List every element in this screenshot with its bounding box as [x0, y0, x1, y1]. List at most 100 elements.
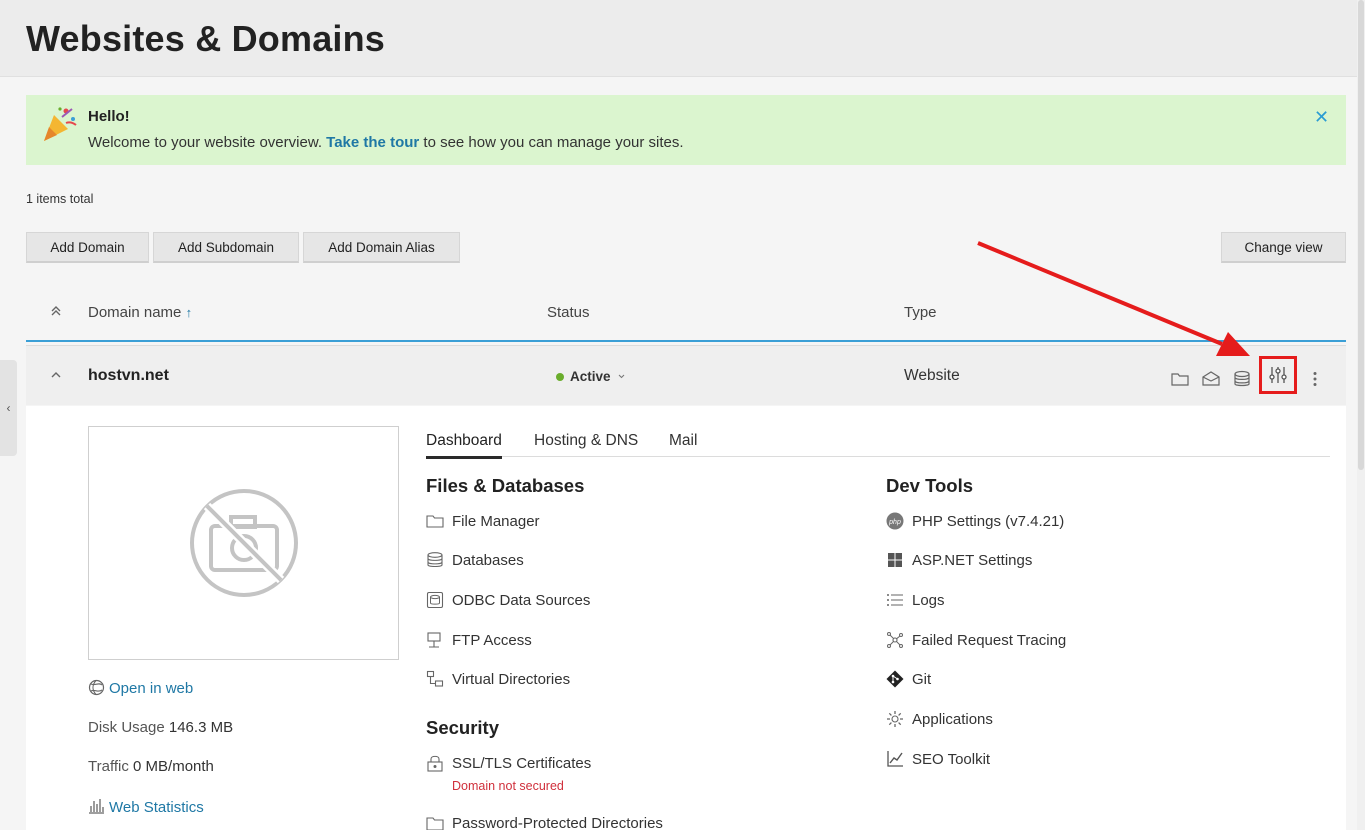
- odbc-label: ODBC Data Sources: [452, 591, 591, 609]
- git-icon: [886, 670, 904, 688]
- take-the-tour-link[interactable]: Take the tour: [326, 134, 419, 151]
- security-title: Security: [426, 717, 500, 738]
- column-domain-label: Domain name: [88, 304, 182, 321]
- odbc-icon: [426, 591, 444, 609]
- collapse-all-button[interactable]: [50, 304, 62, 322]
- party-popper-icon: [44, 107, 77, 141]
- ssl-tls-certificates-link[interactable]: SSL/TLS Certificates: [426, 754, 591, 772]
- add-domain-alias-button[interactable]: Add Domain Alias: [303, 232, 460, 263]
- domain-details-panel: Open in web Disk Usage 146.3 MB Traffic …: [26, 406, 1346, 830]
- add-domain-button[interactable]: Add Domain: [26, 232, 149, 263]
- folder-icon: [426, 515, 444, 528]
- virtual-directories-icon: [426, 670, 444, 687]
- domain-name[interactable]: hostvn.net: [88, 367, 169, 385]
- status-dot-icon: [556, 372, 564, 381]
- ftp-icon: [427, 632, 441, 648]
- chevron-down-icon: [618, 374, 624, 379]
- chevron-left-icon: ‹: [6, 401, 11, 415]
- network-nodes-icon: [887, 632, 903, 648]
- virtual-directories-label: Virtual Directories: [452, 670, 571, 688]
- php-icon: php: [886, 512, 904, 530]
- windows-icon: [888, 553, 902, 567]
- databases-link[interactable]: Databases: [426, 551, 524, 569]
- banner-text: Welcome to your website overview.: [88, 134, 327, 151]
- double-chevron-up-icon: [51, 306, 61, 316]
- mail-icon[interactable]: [1201, 369, 1221, 389]
- tab-mail[interactable]: Mail: [669, 432, 697, 456]
- no-screenshot-icon: [190, 489, 298, 597]
- seo-toolkit-link[interactable]: SEO Toolkit: [886, 750, 990, 768]
- details-tabs: Dashboard Hosting & DNS Mail: [426, 430, 1330, 459]
- database-icon[interactable]: [1232, 369, 1252, 389]
- domain-row[interactable]: hostvn.net Active Website: [26, 345, 1346, 405]
- disk-usage-value: 146.3 MB: [168, 719, 234, 736]
- page-header: Websites & Domains: [0, 0, 1365, 77]
- disk-usage-label: Disk Usage: [88, 719, 165, 736]
- domain-type: Website: [904, 367, 960, 384]
- ftp-access-link[interactable]: FTP Access: [426, 631, 532, 649]
- globe-icon: [88, 679, 105, 696]
- scrollbar-thumb[interactable]: [1358, 0, 1364, 470]
- close-banner-button[interactable]: ✕: [1314, 107, 1330, 127]
- add-subdomain-button[interactable]: Add Subdomain: [153, 232, 299, 263]
- applications-link[interactable]: Applications: [886, 710, 993, 728]
- sort-ascending-icon: ↑: [185, 305, 193, 320]
- settings-icon-highlight: [1259, 356, 1297, 394]
- table-header: Domain name ↑ Status Type: [26, 290, 1346, 342]
- more-options-icon[interactable]: [1305, 369, 1325, 389]
- tab-hosting-dns[interactable]: Hosting & DNS: [534, 432, 638, 456]
- list-icon: [887, 594, 903, 606]
- column-type[interactable]: Type: [904, 304, 937, 321]
- file-manager-label: File Manager: [452, 512, 540, 530]
- php-settings-link[interactable]: php PHP Settings (v7.4.21): [886, 512, 1064, 530]
- items-total: 1 items total: [26, 192, 94, 206]
- odbc-data-sources-link[interactable]: ODBC Data Sources: [426, 591, 590, 609]
- open-in-web-link[interactable]: Open in web: [88, 679, 193, 697]
- git-link[interactable]: Git: [886, 670, 931, 688]
- web-statistics-link[interactable]: Web Statistics: [88, 798, 204, 816]
- virtual-directories-link[interactable]: Virtual Directories: [426, 670, 570, 688]
- dev-tools-title: Dev Tools: [886, 475, 974, 496]
- chevron-up-icon: [51, 372, 61, 378]
- column-status[interactable]: Status: [547, 304, 590, 321]
- logs-label: Logs: [912, 591, 945, 609]
- seo-toolkit-label: SEO Toolkit: [912, 750, 991, 768]
- status-dropdown[interactable]: Active: [556, 369, 626, 384]
- failed-request-tracing-label: Failed Request Tracing: [912, 631, 1067, 649]
- databases-label: Databases: [452, 551, 524, 569]
- traffic: Traffic 0 MB/month: [88, 758, 214, 775]
- sliders-settings-icon[interactable]: [1268, 365, 1288, 385]
- banner-text-end: to see how you can manage your sites.: [419, 134, 684, 151]
- welcome-banner: Hello! Welcome to your website overview.…: [26, 95, 1346, 165]
- website-preview: [88, 426, 399, 660]
- collapse-row-button[interactable]: [50, 368, 62, 386]
- traffic-label: Traffic: [88, 758, 129, 775]
- folder-icon[interactable]: [1170, 369, 1190, 389]
- lock-certificate-icon: [427, 755, 443, 772]
- change-view-button[interactable]: Change view: [1221, 232, 1346, 263]
- sidebar-toggle-button[interactable]: ‹: [0, 360, 17, 456]
- logs-link[interactable]: Logs: [886, 591, 945, 609]
- password-protected-directories-link[interactable]: Password-Protected Directories: [426, 814, 663, 830]
- page-title: Websites & Domains: [26, 18, 386, 59]
- files-databases-title: Files & Databases: [426, 475, 585, 496]
- gear-icon: [887, 711, 903, 727]
- file-manager-link[interactable]: File Manager: [426, 512, 540, 530]
- row-quick-actions: [1170, 356, 1336, 394]
- tab-dashboard[interactable]: Dashboard: [426, 432, 502, 459]
- svg-text:php: php: [888, 519, 901, 526]
- applications-label: Applications: [912, 710, 993, 728]
- aspnet-settings-link[interactable]: ASP.NET Settings: [886, 551, 1032, 569]
- page-scrollbar[interactable]: [1357, 0, 1365, 830]
- banner-message: Welcome to your website overview. Take t…: [88, 134, 684, 151]
- traffic-value: 0 MB/month: [133, 758, 214, 775]
- bar-chart-icon: [89, 799, 104, 814]
- aspnet-settings-label: ASP.NET Settings: [912, 551, 1033, 569]
- protected-folder-icon: [426, 817, 444, 830]
- close-icon: ✕: [1314, 107, 1330, 127]
- column-domain-name[interactable]: Domain name ↑: [88, 304, 192, 321]
- web-statistics-label: Web Statistics: [109, 799, 204, 816]
- failed-request-tracing-link[interactable]: Failed Request Tracing: [886, 631, 1066, 649]
- banner-title: Hello!: [88, 108, 130, 125]
- seo-chart-icon: [887, 751, 903, 767]
